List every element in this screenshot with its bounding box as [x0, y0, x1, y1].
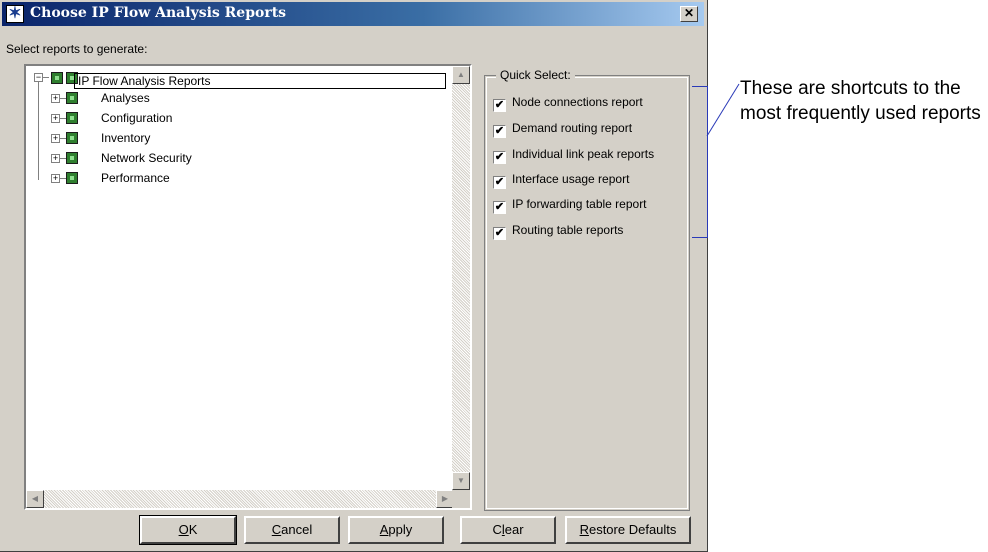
ok-label: K: [188, 522, 198, 537]
checkbox-label: Individual link peak reports: [512, 147, 655, 161]
app-star-icon: ✶: [6, 5, 24, 23]
annotation-leader-line: [706, 83, 740, 137]
select-reports-prompt: Select reports to generate:: [6, 42, 148, 56]
checkbox-label: Interface usage report: [512, 172, 630, 186]
node-check-icon[interactable]: [66, 112, 78, 124]
apply-label: pply: [388, 522, 413, 537]
checkbox-label: Demand routing report: [512, 121, 633, 135]
quick-select-interface-usage[interactable]: ✔ Interface usage report: [493, 171, 630, 189]
clear-label: ear: [504, 522, 524, 537]
checkbox-icon[interactable]: ✔: [493, 151, 506, 164]
restore-defaults-button[interactable]: Restore Defaults: [565, 516, 691, 544]
expand-icon[interactable]: +: [51, 114, 60, 123]
expand-icon[interactable]: +: [51, 174, 60, 183]
horizontal-scrollbar[interactable]: [26, 490, 454, 508]
tree-connector-line: [38, 82, 39, 180]
cancel-button[interactable]: Cancel: [244, 516, 340, 544]
restore-label: estore Defaults: [588, 522, 677, 537]
scroll-down-button[interactable]: ▼: [452, 472, 470, 490]
restore-mnemonic: R: [579, 522, 589, 537]
checkbox-label: IP forwarding table report: [512, 197, 647, 211]
checkbox-icon[interactable]: ✔: [493, 201, 506, 214]
quick-select-title: Quick Select:: [496, 68, 575, 82]
scroll-left-button[interactable]: ◀: [26, 490, 44, 508]
checkbox-icon[interactable]: ✔: [493, 125, 506, 138]
tree-item-label: Inventory: [101, 131, 151, 145]
ok-mnemonic: O: [178, 522, 189, 537]
quick-select-demand-routing[interactable]: ✔ Demand routing report: [493, 120, 633, 138]
tree-item-label: Performance: [101, 171, 170, 185]
annotation-callout: These are shortcuts to the most frequent…: [740, 78, 981, 124]
node-check-icon[interactable]: [66, 92, 78, 104]
checkbox-label: Routing table reports: [512, 223, 624, 237]
tree-root-label[interactable]: IP Flow Analysis Reports: [74, 73, 446, 89]
cancel-label: ancel: [281, 522, 313, 537]
apply-button[interactable]: Apply: [348, 516, 444, 544]
root-folder-icon: [51, 72, 63, 84]
tree-item-label: Analyses: [101, 91, 150, 105]
clear-label-start: C: [492, 522, 502, 537]
tree-item-label: Network Security: [101, 151, 192, 165]
quick-select-node-connections[interactable]: ✔ Node connections report: [493, 94, 643, 112]
title-bar[interactable]: ✶ Choose IP Flow Analysis Reports ✕: [2, 2, 704, 26]
ok-button[interactable]: OK: [139, 515, 237, 545]
expand-icon[interactable]: +: [51, 94, 60, 103]
checkbox-label: Node connections report: [512, 95, 643, 109]
quick-select-individual-link-peak[interactable]: ✔ Individual link peak reports: [493, 146, 655, 164]
node-check-icon[interactable]: [66, 152, 78, 164]
report-tree-panel[interactable]: − IP Flow Analysis Reports + Analyses + …: [24, 64, 472, 510]
expand-icon[interactable]: +: [51, 154, 60, 163]
node-check-icon[interactable]: [66, 132, 78, 144]
clear-button[interactable]: Clear: [460, 516, 556, 544]
close-button[interactable]: ✕: [680, 6, 698, 22]
scroll-up-button[interactable]: ▲: [452, 66, 470, 84]
dialog-window: ✶ Choose IP Flow Analysis Reports ✕ Sele…: [0, 0, 708, 552]
quick-select-group: [484, 75, 690, 511]
tree-item-label: Configuration: [101, 111, 173, 125]
checkbox-icon[interactable]: ✔: [493, 99, 506, 112]
scroll-corner: [452, 490, 470, 508]
dialog-title: Choose IP Flow Analysis Reports: [30, 5, 287, 21]
root-collapse-icon[interactable]: −: [34, 73, 43, 82]
quick-select-ip-forwarding[interactable]: ✔ IP forwarding table report: [493, 196, 647, 214]
vertical-scrollbar[interactable]: [452, 66, 470, 490]
expand-icon[interactable]: +: [51, 134, 60, 143]
cancel-mnemonic: C: [271, 522, 282, 537]
node-check-icon[interactable]: [66, 172, 78, 184]
checkbox-icon[interactable]: ✔: [493, 176, 506, 189]
quick-select-routing-table[interactable]: ✔ Routing table reports: [493, 222, 624, 240]
checkbox-icon[interactable]: ✔: [493, 227, 506, 240]
